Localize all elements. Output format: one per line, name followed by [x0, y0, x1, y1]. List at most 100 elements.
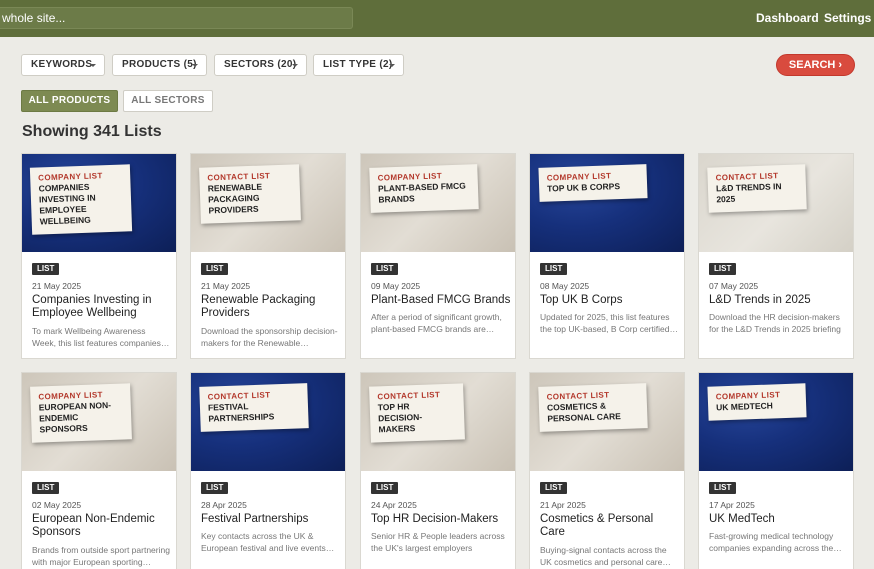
card-title[interactable]: Renewable Packaging Providers [201, 294, 341, 320]
card-title[interactable]: Companies Investing in Employee Wellbein… [32, 294, 172, 320]
card-description: Brands from outside sport partnering wit… [32, 545, 170, 567]
products-filter-label: PRODUCTS (5) [122, 59, 197, 70]
card-label: CONTACT LIST FESTIVAL PARTNERSHIPS [199, 383, 309, 432]
site-search-input[interactable]: whole site... [0, 7, 353, 29]
card-label: COMPANY LIST COMPANIES INVESTING IN EMPL… [29, 164, 133, 235]
card-image: COMPANY LIST EUROPEAN NON-ENDEMIC SPONSO… [22, 373, 176, 471]
card-date: 28 Apr 2025 [201, 500, 247, 510]
card-description: Senior HR & People leaders across the UK… [371, 531, 505, 553]
card-image: CONTACT LIST TOP HR DECISION-MAKERS [361, 373, 515, 471]
card-description: Download the sponsorship decision-makers… [201, 326, 338, 348]
label-title: EUROPEAN NON-ENDEMIC SPONSORS [38, 399, 112, 435]
card-date: 21 Apr 2025 [540, 500, 586, 510]
card-label: CONTACT LIST RENEWABLE PACKAGING PROVIDE… [199, 164, 301, 224]
keywords-filter[interactable]: KEYWORDS [21, 54, 105, 76]
card-image: COMPANY LIST COMPANIES INVESTING IN EMPL… [22, 154, 176, 252]
card-date: 09 May 2025 [371, 281, 421, 291]
list-badge: LIST [371, 482, 399, 494]
card-label: COMPANY LIST TOP UK B CORPS [538, 164, 648, 202]
all-sectors-pill[interactable]: ALL SECTORS [123, 90, 213, 112]
settings-link[interactable]: Settings [824, 11, 871, 25]
card-image: CONTACT LIST COSMETICS & PERSONAL CARE [530, 373, 684, 471]
card-image: CONTACT LIST RENEWABLE PACKAGING PROVIDE… [191, 154, 345, 252]
label-title: TOP HR DECISION-MAKERS [377, 401, 423, 435]
list-card[interactable]: CONTACT LIST FESTIVAL PARTNERSHIPS LIST … [190, 372, 346, 569]
results-heading: Showing 341 Lists [22, 123, 162, 140]
list-badge: LIST [540, 482, 568, 494]
card-title[interactable]: L&D Trends in 2025 [709, 294, 849, 307]
label-title: FESTIVAL PARTNERSHIPS [207, 401, 275, 424]
list-badge: LIST [709, 482, 737, 494]
list-card[interactable]: CONTACT LIST RENEWABLE PACKAGING PROVIDE… [190, 153, 346, 359]
chevron-down-icon [90, 64, 96, 67]
list-type-filter-label: LIST TYPE (2) [323, 59, 393, 70]
label-title: COMPANIES INVESTING IN EMPLOYEE WELLBEIN… [38, 181, 96, 227]
card-title[interactable]: UK MedTech [709, 513, 849, 526]
card-date: 02 May 2025 [32, 500, 82, 510]
list-card[interactable]: COMPANY LIST EUROPEAN NON-ENDEMIC SPONSO… [21, 372, 177, 569]
products-filter[interactable]: PRODUCTS (5) [112, 54, 207, 76]
label-title: TOP UK B CORPS [546, 181, 621, 194]
sectors-filter[interactable]: SECTORS (20) [214, 54, 307, 76]
list-badge: LIST [709, 263, 737, 275]
card-description: Key contacts across the UK & European fe… [201, 531, 335, 553]
card-label: CONTACT LIST L&D TRENDS IN 2025 [707, 164, 807, 213]
card-label: CONTACT LIST TOP HR DECISION-MAKERS [369, 383, 465, 443]
list-card[interactable]: CONTACT LIST COSMETICS & PERSONAL CARE L… [529, 372, 685, 569]
list-card[interactable]: COMPANY LIST COMPANIES INVESTING IN EMPL… [21, 153, 177, 359]
label-title: RENEWABLE PACKAGING PROVIDERS [207, 181, 263, 216]
label-title: COSMETICS & PERSONAL CARE [546, 400, 622, 424]
card-image: COMPANY LIST UK MEDTECH [699, 373, 853, 471]
card-date: 24 Apr 2025 [371, 500, 417, 510]
label-title: L&D TRENDS IN 2025 [715, 181, 782, 205]
card-description: After a period of significant growth, pl… [371, 312, 502, 334]
card-description: Buying-signal contacts across the UK cos… [540, 545, 671, 567]
chevron-down-icon [192, 64, 198, 67]
card-label: COMPANY LIST PLANT-BASED FMCG BRANDS [369, 164, 479, 213]
card-title[interactable]: Plant-Based FMCG Brands [371, 294, 511, 307]
card-title[interactable]: Top UK B Corps [540, 294, 680, 307]
chevron-down-icon [292, 64, 298, 67]
card-date: 21 May 2025 [32, 281, 82, 291]
card-image: CONTACT LIST L&D TRENDS IN 2025 [699, 154, 853, 252]
card-date: 21 May 2025 [201, 281, 251, 291]
card-label: COMPANY LIST UK MEDTECH [707, 383, 807, 421]
list-badge: LIST [371, 263, 399, 275]
list-badge: LIST [201, 263, 229, 275]
card-description: Updated for 2025, this list features the… [540, 312, 678, 334]
sectors-filter-label: SECTORS (20) [224, 59, 297, 70]
card-date: 07 May 2025 [709, 281, 759, 291]
card-title[interactable]: Cosmetics & Personal Care [540, 513, 680, 539]
card-title[interactable]: Top HR Decision-Makers [371, 513, 511, 526]
card-image: COMPANY LIST PLANT-BASED FMCG BRANDS [361, 154, 515, 252]
keywords-filter-label: KEYWORDS [31, 59, 93, 70]
card-date: 08 May 2025 [540, 281, 590, 291]
card-image: COMPANY LIST TOP UK B CORPS [530, 154, 684, 252]
all-products-pill[interactable]: ALL PRODUCTS [21, 90, 118, 112]
list-card[interactable]: COMPANY LIST UK MEDTECH LIST 17 Apr 2025… [698, 372, 854, 569]
list-badge: LIST [540, 263, 568, 275]
card-title[interactable]: European Non-Endemic Sponsors [32, 513, 172, 539]
list-badge: LIST [201, 482, 229, 494]
label-title: PLANT-BASED FMCG BRANDS [377, 180, 466, 205]
list-card[interactable]: CONTACT LIST L&D TRENDS IN 2025 LIST 07 … [698, 153, 854, 359]
card-description: To mark Wellbeing Awareness Week, this l… [32, 326, 170, 348]
list-badge: LIST [32, 263, 60, 275]
list-type-filter[interactable]: LIST TYPE (2) [313, 54, 404, 76]
card-title[interactable]: Festival Partnerships [201, 513, 341, 526]
list-card[interactable]: COMPANY LIST TOP UK B CORPS LIST 08 May … [529, 153, 685, 359]
card-image: CONTACT LIST FESTIVAL PARTNERSHIPS [191, 373, 345, 471]
card-description: Fast-growing medical technology companie… [709, 531, 842, 553]
search-button[interactable]: SEARCH › [776, 54, 855, 76]
list-card[interactable]: COMPANY LIST PLANT-BASED FMCG BRANDS LIS… [360, 153, 516, 359]
card-label: COMPANY LIST EUROPEAN NON-ENDEMIC SPONSO… [30, 383, 132, 443]
card-date: 17 Apr 2025 [709, 500, 755, 510]
label-title: UK MEDTECH [715, 400, 773, 413]
dashboard-link[interactable]: Dashboard [756, 11, 819, 25]
card-description: Download the HR decision-makers for the … [709, 312, 841, 334]
list-badge: LIST [32, 482, 60, 494]
chevron-down-icon [389, 64, 395, 67]
card-label: CONTACT LIST COSMETICS & PERSONAL CARE [538, 383, 648, 432]
top-nav-bar: whole site... Dashboard Settings [0, 0, 874, 37]
list-card[interactable]: CONTACT LIST TOP HR DECISION-MAKERS LIST… [360, 372, 516, 569]
